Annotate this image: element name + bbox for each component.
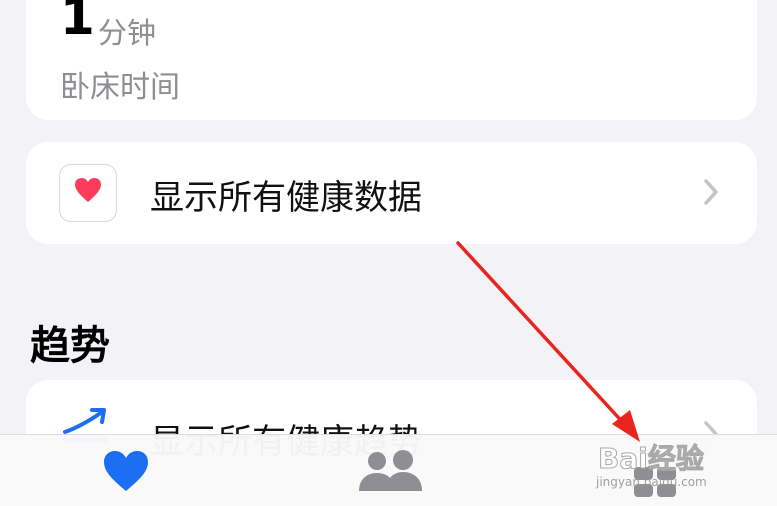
- time-in-bed-card[interactable]: 1 分钟 卧床时间: [26, 0, 757, 120]
- show-all-health-data-row[interactable]: 显示所有健康数据: [26, 142, 757, 244]
- chevron-right-icon: [703, 178, 719, 210]
- time-in-bed-unit: 分钟: [98, 16, 157, 50]
- trends-section-title: 趋势: [30, 323, 110, 369]
- time-in-bed-value: 1: [60, 0, 95, 46]
- tab-browse-grid-icon[interactable]: [632, 465, 678, 503]
- health-heart-icon: [59, 164, 117, 222]
- show-all-health-data-label: 显示所有健康数据: [150, 178, 422, 218]
- tab-bar: [0, 434, 777, 506]
- tab-sharing-people-icon[interactable]: [358, 449, 424, 497]
- tab-summary-heart-icon[interactable]: [102, 449, 150, 497]
- time-in-bed-label: 卧床时间: [60, 70, 180, 105]
